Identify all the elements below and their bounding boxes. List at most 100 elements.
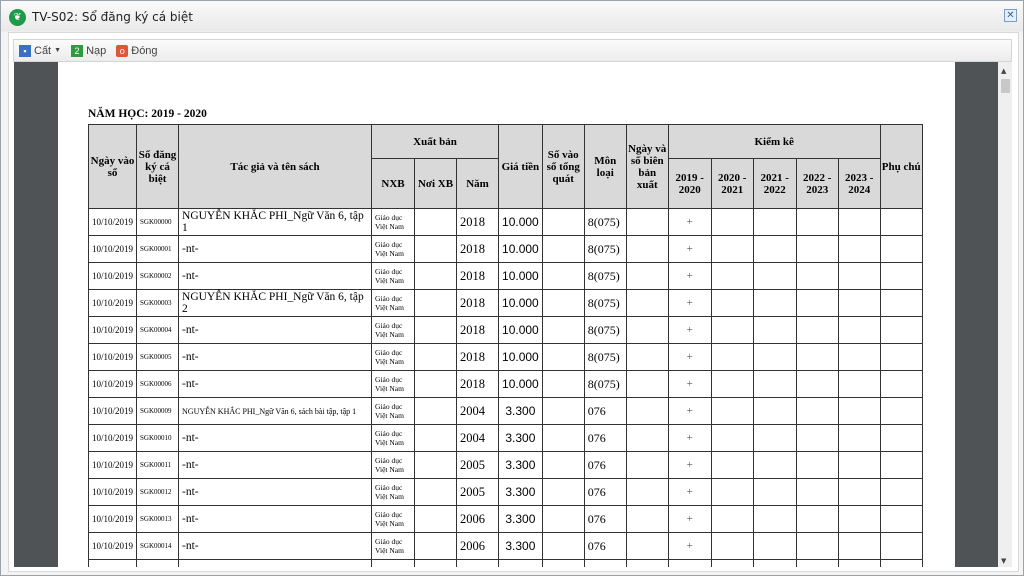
cell-note (879, 478, 923, 506)
cell-inventory (837, 343, 881, 371)
report-window: ❦ TV-S02: Sổ đăng ký cá biệt ✕ ▪ Cất ▼ 2 Nạ… (0, 0, 1024, 576)
cell-general-no (541, 397, 585, 425)
cell-inventory (752, 505, 797, 533)
cell-general-no (541, 208, 585, 236)
cell-inventory (795, 397, 839, 425)
empty-cell (710, 559, 754, 567)
empty-cell (583, 559, 627, 567)
cell-place (414, 451, 458, 479)
cell-inventory (837, 424, 881, 452)
cell-category: 076 (583, 451, 627, 479)
report-page: NĂM HỌC: 2019 - 2020 Ngày vào sổ Số đăng… (58, 62, 955, 567)
cell-inventory (752, 478, 797, 506)
cell-inventory (710, 370, 754, 398)
cell-nxb: Giáo dục Việt Nam (371, 316, 416, 344)
cell-inventory: + (667, 235, 712, 263)
vertical-scrollbar[interactable]: ▲ ▼ (998, 62, 1012, 567)
cell-year: 2018 (456, 370, 500, 398)
cell-date: 10/10/2019 (87, 289, 138, 317)
cell-note (879, 424, 923, 452)
cell-inventory (710, 532, 754, 560)
cell-nxb: Giáo dục Việt Nam (371, 262, 416, 290)
cell-price: 10.000 (498, 289, 543, 317)
close-window-button[interactable]: ✕ (1004, 9, 1017, 22)
cell-year: 2018 (456, 343, 500, 371)
cell-year: 2005 (456, 478, 500, 506)
cell-removal (625, 262, 669, 290)
header-inv-year: 2022 - 2023 (795, 158, 839, 209)
cell-removal (625, 208, 669, 236)
cell-title: -nt- (178, 235, 373, 263)
cell-place (414, 478, 458, 506)
cell-year: 2006 (456, 532, 500, 560)
cell-date: 10/10/2019 (87, 208, 138, 236)
table-row: 10/10/2019 SGK00003 NGUYỄN KHẮC PHI_Ngữ Vă… (87, 289, 923, 317)
cell-general-no (541, 478, 585, 506)
cell-price: 3.300 (498, 505, 543, 533)
cell-removal (625, 370, 669, 398)
reload-button[interactable]: 2 Nạp (71, 44, 106, 57)
cell-place (414, 370, 458, 398)
cell-inventory: + (667, 532, 712, 560)
cell-reg-no: SGK00004 (136, 316, 180, 344)
save-button[interactable]: ▪ Cất ▼ (19, 44, 61, 57)
empty-cell (178, 559, 373, 567)
header-removal: Ngày và số biên bản xuất (625, 124, 669, 209)
cell-nxb: Giáo dục Việt Nam (371, 343, 416, 371)
cell-category: 8(075) (583, 262, 627, 290)
header-place: Nơi XB (414, 158, 458, 209)
cell-title: -nt- (178, 478, 373, 506)
cell-nxb: Giáo dục Việt Nam (371, 370, 416, 398)
cell-inventory (752, 397, 797, 425)
cell-year: 2006 (456, 505, 500, 533)
cell-price: 3.300 (498, 424, 543, 452)
title-bar: ❦ TV-S02: Sổ đăng ký cá biệt (9, 7, 193, 27)
cell-price: 10.000 (498, 343, 543, 371)
cell-place (414, 532, 458, 560)
cell-general-no (541, 343, 585, 371)
cell-note (879, 451, 923, 479)
scroll-thumb[interactable] (1001, 79, 1010, 93)
cell-general-no (541, 262, 585, 290)
cell-inventory: + (667, 262, 712, 290)
cell-inventory (837, 397, 881, 425)
cell-inventory (752, 262, 797, 290)
cell-date: 10/10/2019 (87, 505, 138, 533)
cell-title: -nt- (178, 316, 373, 344)
cell-general-no (541, 505, 585, 533)
cell-inventory (710, 424, 754, 452)
cell-inventory (752, 451, 797, 479)
cell-category: 8(075) (583, 316, 627, 344)
cell-inventory (710, 451, 754, 479)
cell-removal (625, 424, 669, 452)
cell-general-no (541, 316, 585, 344)
register-table: Ngày vào sổ Số đăng ký cá biệt Tác giả v… (87, 124, 923, 567)
power-icon: o (116, 44, 129, 57)
empty-cell (456, 559, 500, 567)
cell-inventory (710, 262, 754, 290)
scroll-up-icon[interactable]: ▲ (1001, 67, 1006, 75)
cell-category: 076 (583, 532, 627, 560)
cell-inventory (795, 424, 839, 452)
cell-price: 10.000 (498, 370, 543, 398)
empty-cell (136, 559, 180, 567)
table-row: 10/10/2019 SGK00014 -nt- Giáo dục Việt Nam 2… (87, 532, 923, 560)
cell-category: 8(075) (583, 208, 627, 236)
close-button[interactable]: o Đóng (116, 44, 158, 57)
cell-date: 10/10/2019 (87, 316, 138, 344)
header-inventory: Kiểm kê (667, 124, 881, 159)
cell-category: 8(075) (583, 235, 627, 263)
cell-inventory (710, 478, 754, 506)
cell-inventory (710, 208, 754, 236)
cell-inventory (795, 289, 839, 317)
cell-nxb: Giáo dục Việt Nam (371, 532, 416, 560)
cell-inventory (752, 235, 797, 263)
cell-general-no (541, 370, 585, 398)
cell-note (879, 397, 923, 425)
header-inv-year: 2020 - 2021 (710, 158, 754, 209)
scroll-down-icon[interactable]: ▼ (1001, 557, 1006, 565)
cell-price: 10.000 (498, 208, 543, 236)
table-row: 10/10/2019 SGK00001 -nt- Giáo dục Việt Nam 2… (87, 235, 923, 263)
cell-note (879, 289, 923, 317)
cell-inventory: + (667, 289, 712, 317)
